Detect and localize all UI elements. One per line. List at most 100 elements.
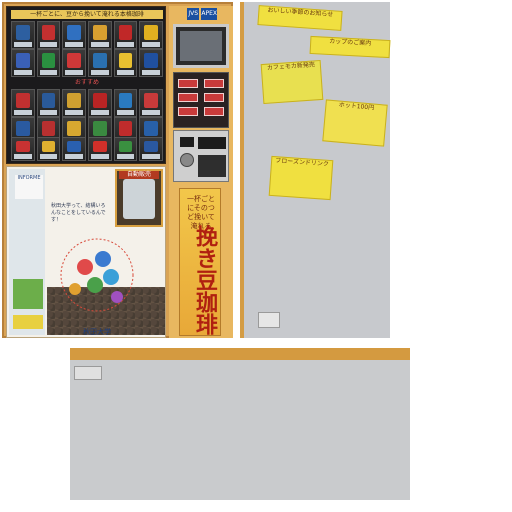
drink-sample[interactable] [62, 89, 87, 117]
drink-sample[interactable] [88, 21, 112, 49]
drink-sample[interactable] [88, 49, 112, 77]
side-latch[interactable] [258, 312, 280, 328]
drink-cup-icon [144, 25, 159, 40]
drink-sample[interactable] [88, 89, 112, 117]
drink-sample[interactable] [36, 49, 61, 77]
drink-sample[interactable] [139, 21, 164, 49]
drink-sample[interactable] [62, 49, 87, 77]
price-label [39, 154, 58, 159]
price-label [116, 110, 135, 115]
select-button[interactable] [178, 93, 198, 102]
top-panel-label [74, 366, 102, 380]
drink-sample[interactable] [36, 89, 61, 117]
sticker-poster: ホット100円 [322, 99, 388, 147]
drink-cup-icon [16, 141, 30, 152]
advertising-panel: INFORME 自動販売 秋田大学って、結構いろんなことをしているんです！ 秋田… [6, 166, 166, 338]
drink-cup-icon [16, 25, 30, 40]
diagram-node-green [87, 277, 103, 293]
price-label [142, 154, 161, 159]
diagram-node-red [77, 259, 93, 275]
drink-cup-icon [93, 121, 107, 136]
bill-slot[interactable] [198, 137, 226, 149]
price-label [91, 70, 109, 75]
price-label [14, 42, 32, 47]
green-certificate-sign [13, 279, 43, 309]
drink-cup-icon [41, 93, 56, 108]
drink-cup-icon [67, 53, 82, 68]
drink-cup-icon [16, 53, 30, 68]
coffee-banner-tagline: 一杯ごとにそのつど挽いて淹れる [187, 195, 215, 230]
display-screen [173, 24, 229, 68]
drink-sample[interactable] [62, 137, 87, 161]
drink-sample[interactable] [11, 49, 35, 77]
price-label [65, 70, 84, 75]
drink-sample[interactable] [36, 21, 61, 49]
drink-cup-icon [93, 141, 107, 152]
drink-sample[interactable] [113, 21, 138, 49]
drink-cup-icon [93, 93, 107, 108]
select-button[interactable] [178, 107, 198, 116]
sticker-banner: カップのご案内 [309, 35, 391, 59]
sticker-poster: カフェモカ新発売 [260, 59, 324, 105]
drink-sample[interactable] [11, 137, 35, 161]
drink-cup-icon [118, 53, 133, 68]
side-panel: おいしい季節のお知らせ カップのご案内 カフェモカ新発売 ホット100円 フロー… [240, 2, 391, 338]
drink-sample[interactable] [113, 49, 138, 77]
drink-cup-icon [93, 25, 107, 40]
sticker-poster: フローズンドリンク [268, 155, 334, 201]
screen-glass [180, 31, 222, 61]
drink-cup-icon [41, 25, 56, 40]
change-return-slot[interactable] [198, 155, 226, 177]
drink-sample[interactable] [113, 89, 138, 117]
select-button[interactable] [204, 107, 224, 116]
drink-cup-icon [93, 53, 107, 68]
brand-badge-apex: APEX [201, 8, 217, 20]
price-label [116, 42, 135, 47]
cup-icon [123, 179, 155, 219]
diagram-node-blue [95, 251, 111, 267]
price-label [39, 70, 58, 75]
sticker-banner: おいしい季節のお知らせ [257, 5, 343, 31]
drink-cup-icon [67, 141, 82, 152]
diagram-node-cyan [103, 269, 119, 285]
top-panel [70, 348, 410, 500]
brand-badges: JVS APEX [187, 8, 217, 20]
coin-slot[interactable] [180, 137, 194, 147]
coin-return-lever[interactable] [180, 153, 194, 167]
drink-cup-icon [118, 93, 133, 108]
drink-sample[interactable] [62, 21, 87, 49]
drink-cup-icon [67, 25, 82, 40]
drink-sample[interactable] [139, 89, 164, 117]
drink-sample[interactable] [113, 137, 138, 161]
select-button[interactable] [204, 79, 224, 88]
info-sign: INFORME [15, 175, 43, 199]
mid-banner: おすすめ [11, 79, 163, 87]
drink-cup-icon [41, 53, 56, 68]
payment-panel [173, 130, 229, 182]
selection-buttons-panel [173, 72, 229, 128]
price-label [14, 70, 32, 75]
price-label [91, 154, 109, 159]
price-label [142, 110, 161, 115]
select-button[interactable] [178, 79, 198, 88]
drink-display-panel: 一杯ごとに、豆から挽いて淹れる本格珈琲 おすすめ [6, 6, 166, 164]
price-label [39, 110, 58, 115]
brand-badge-jvs: JVS [187, 8, 200, 20]
drink-cup-icon [16, 121, 30, 136]
drink-sample[interactable] [11, 21, 35, 49]
cup-dispenser-window[interactable]: 自動販売 [115, 169, 163, 227]
cup-window-label: 自動販売 [119, 171, 159, 179]
price-label [65, 42, 84, 47]
select-button[interactable] [204, 93, 224, 102]
drink-row [11, 137, 164, 161]
diagram-node-purple [111, 291, 123, 303]
price-label [65, 154, 84, 159]
drink-sample[interactable] [36, 137, 61, 161]
university-logo: 秋田大学 [83, 328, 111, 336]
drink-sample[interactable] [11, 89, 35, 117]
drink-sample[interactable] [139, 49, 164, 77]
price-label [14, 110, 32, 115]
drink-sample[interactable] [88, 137, 112, 161]
drink-sample[interactable] [139, 137, 164, 161]
price-label [14, 154, 32, 159]
